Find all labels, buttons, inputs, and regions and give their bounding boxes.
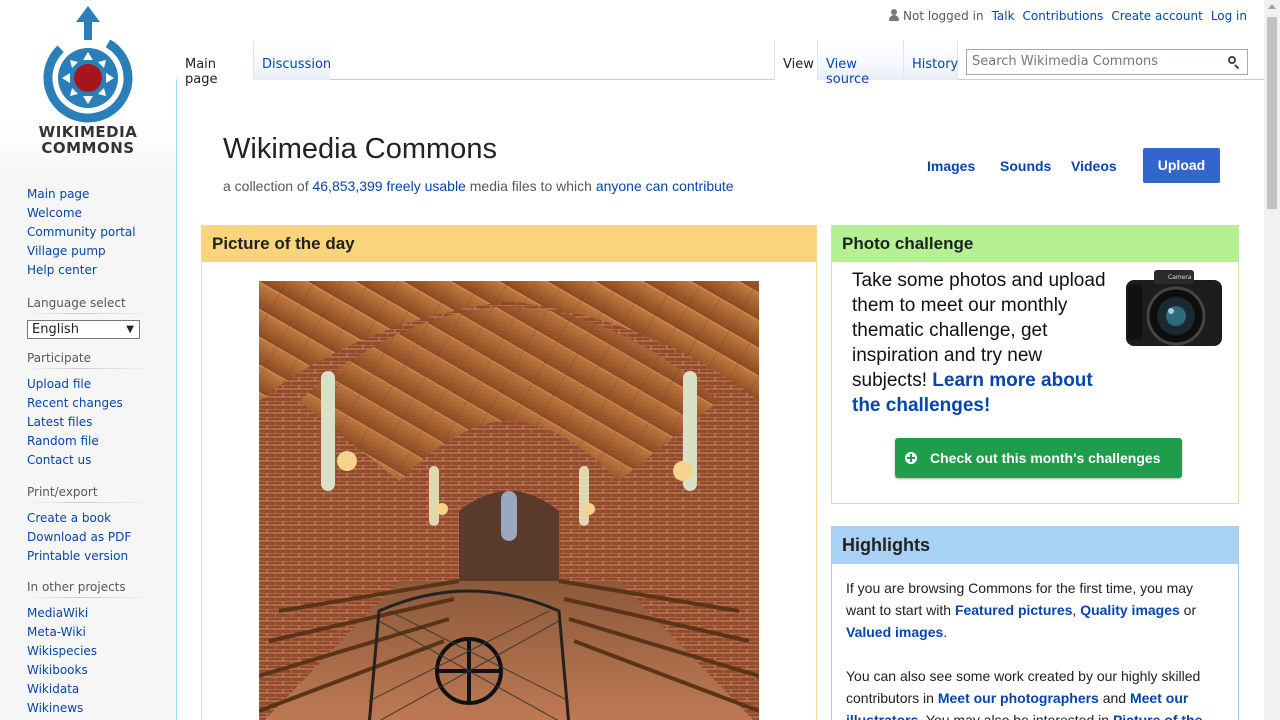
tab-history[interactable]: History	[903, 40, 958, 80]
tab-main-page[interactable]: Main page	[177, 40, 253, 87]
photo-challenge-heading: Photo challenge	[832, 226, 1238, 262]
sidebar: WIKIMEDIA COMMONS Main page Welcome Comm…	[0, 0, 176, 720]
check-challenges-label: Check out this month's challenges	[930, 450, 1161, 466]
sidebar-item-welcome[interactable]: Welcome	[27, 206, 82, 220]
page-subtitle: a collection of 46,853,399 freely usable…	[223, 178, 734, 194]
hl-p2-mid: . You may also be interested in	[918, 712, 1113, 720]
sidebar-item-wikinews[interactable]: Wikinews	[27, 701, 83, 715]
sidebar-item-community-portal[interactable]: Community portal	[27, 225, 136, 239]
tab-history-label[interactable]: History	[912, 57, 958, 72]
scrollbar-thumb[interactable]	[1267, 17, 1277, 209]
sidebar-item-meta-wiki[interactable]: Meta-Wiki	[27, 625, 86, 639]
anyone-can-contribute-link[interactable]: anyone can contribute	[596, 178, 734, 194]
images-link[interactable]: Images	[927, 158, 975, 174]
nav-portal: Main page Welcome Community portal Villa…	[27, 185, 157, 280]
sidebar-item-wikispecies[interactable]: Wikispecies	[27, 644, 97, 658]
featured-pictures-link[interactable]: Featured pictures	[955, 602, 1072, 618]
sidebar-item-village-pump[interactable]: Village pump	[27, 244, 106, 258]
talk-link[interactable]: Talk	[992, 9, 1015, 23]
valued-images-link[interactable]: Valued images	[846, 624, 943, 640]
tab-divider	[176, 79, 1264, 80]
logo-line2: COMMONS	[41, 139, 135, 157]
search-input[interactable]: Search Wikimedia Commons	[966, 49, 1248, 75]
sidebar-item-printable-version[interactable]: Printable version	[27, 549, 128, 563]
upload-button[interactable]: Upload	[1143, 148, 1220, 183]
highlights-para-2: You can also see some work created by ou…	[846, 665, 1224, 720]
potd-heading: Picture of the day	[202, 226, 816, 262]
highlights-para-1: If you are browsing Commons for the firs…	[846, 577, 1224, 643]
sidebar-item-help-center[interactable]: Help center	[27, 263, 97, 277]
freely-usable-link[interactable]: freely usable	[386, 178, 465, 194]
quality-images-link[interactable]: Quality images	[1080, 602, 1180, 618]
sounds-link[interactable]: Sounds	[1000, 158, 1051, 174]
tab-discussion-label[interactable]: Discussion	[262, 57, 331, 72]
not-logged-in: Not logged in	[889, 9, 984, 23]
hl-or: or	[1179, 602, 1197, 618]
user-icon	[889, 9, 900, 21]
tab-view-source[interactable]: View source	[817, 40, 903, 87]
sidebar-item-recent-changes[interactable]: Recent changes	[27, 396, 123, 410]
camera-icon: Camera	[1124, 266, 1224, 350]
highlights-box: Highlights If you are browsing Commons f…	[831, 526, 1239, 720]
picture-of-the-day-image[interactable]	[259, 281, 759, 720]
sidebar-item-latest-files[interactable]: Latest files	[27, 415, 92, 429]
other-projects-heading: In other projects	[27, 580, 157, 598]
tab-discussion[interactable]: Discussion	[253, 40, 331, 80]
videos-link[interactable]: Videos	[1071, 158, 1117, 174]
page-scrollbar[interactable]	[1264, 0, 1280, 720]
hl-and: and	[1098, 690, 1130, 706]
sidebar-item-random-file[interactable]: Random file	[27, 434, 99, 448]
personal-tools: Not logged in Talk Contributions Create …	[889, 9, 1247, 23]
print-heading: Print/export	[27, 485, 157, 503]
page-title: Wikimedia Commons	[223, 133, 497, 165]
sidebar-item-upload-file[interactable]: Upload file	[27, 377, 91, 391]
subtitle-prefix: a collection of	[223, 178, 313, 194]
sidebar-item-download-pdf[interactable]: Download as PDF	[27, 530, 131, 544]
logo-wordmark: WIKIMEDIA COMMONS	[18, 124, 158, 156]
picture-of-the-link[interactable]: Picture of the	[1113, 712, 1202, 720]
check-challenges-button[interactable]: Check out this month's challenges	[895, 438, 1182, 478]
participate-portal: Participate Upload file Recent changes L…	[27, 351, 157, 470]
logo-line1: WIKIMEDIA	[38, 123, 138, 141]
create-account-link[interactable]: Create account	[1111, 9, 1203, 23]
highlights-heading: Highlights	[832, 527, 1238, 564]
language-portal: Language select English ▼	[27, 296, 157, 339]
sidebar-item-create-book[interactable]: Create a book	[27, 511, 111, 525]
sidebar-item-mediawiki[interactable]: MediaWiki	[27, 606, 88, 620]
file-count-link[interactable]: 46,853,399	[313, 178, 383, 194]
sidebar-item-main-page[interactable]: Main page	[27, 187, 89, 201]
sidebar-item-contact-us[interactable]: Contact us	[27, 453, 91, 467]
highlights-body: If you are browsing Commons for the firs…	[832, 564, 1238, 720]
tab-view[interactable]: View	[774, 40, 817, 80]
search-placeholder: Search Wikimedia Commons	[972, 54, 1159, 69]
scroll-up-arrow-icon[interactable]	[1268, 4, 1276, 9]
not-logged-in-text: Not logged in	[903, 9, 984, 23]
language-selected: English	[32, 322, 79, 337]
sidebar-item-wikidata[interactable]: Wikidata	[27, 682, 79, 696]
dropdown-arrow-icon: ▼	[126, 324, 134, 335]
language-heading: Language select	[27, 296, 157, 314]
tab-main-page-label: Main page	[185, 57, 218, 87]
search-icon[interactable]	[1228, 56, 1240, 68]
picture-of-the-day-box: Picture of the day	[201, 225, 817, 720]
camera-label: Camera	[1168, 274, 1192, 281]
log-in-link[interactable]: Log in	[1211, 9, 1247, 23]
language-select[interactable]: English ▼	[27, 320, 140, 339]
print-portal: Print/export Create a book Download as P…	[27, 485, 157, 566]
photo-challenge-box: Photo challenge Take some photos and upl…	[831, 225, 1239, 504]
meet-photographers-link[interactable]: Meet our photographers	[938, 690, 1099, 706]
content-border	[176, 79, 177, 720]
photo-challenge-text: Take some photos and upload them to meet…	[852, 268, 1122, 418]
subtitle-middle: media files to which	[465, 178, 596, 194]
hl-p1-end: .	[943, 624, 948, 640]
tab-view-label: View	[783, 57, 814, 72]
plus-circle-icon	[905, 452, 917, 464]
sidebar-item-wikibooks[interactable]: Wikibooks	[27, 663, 88, 677]
tab-view-source-label[interactable]: View source	[826, 57, 869, 87]
participate-heading: Participate	[27, 351, 157, 369]
contributions-link[interactable]: Contributions	[1023, 9, 1104, 23]
other-projects-portal: In other projects MediaWiki Meta-Wiki Wi…	[27, 580, 157, 718]
